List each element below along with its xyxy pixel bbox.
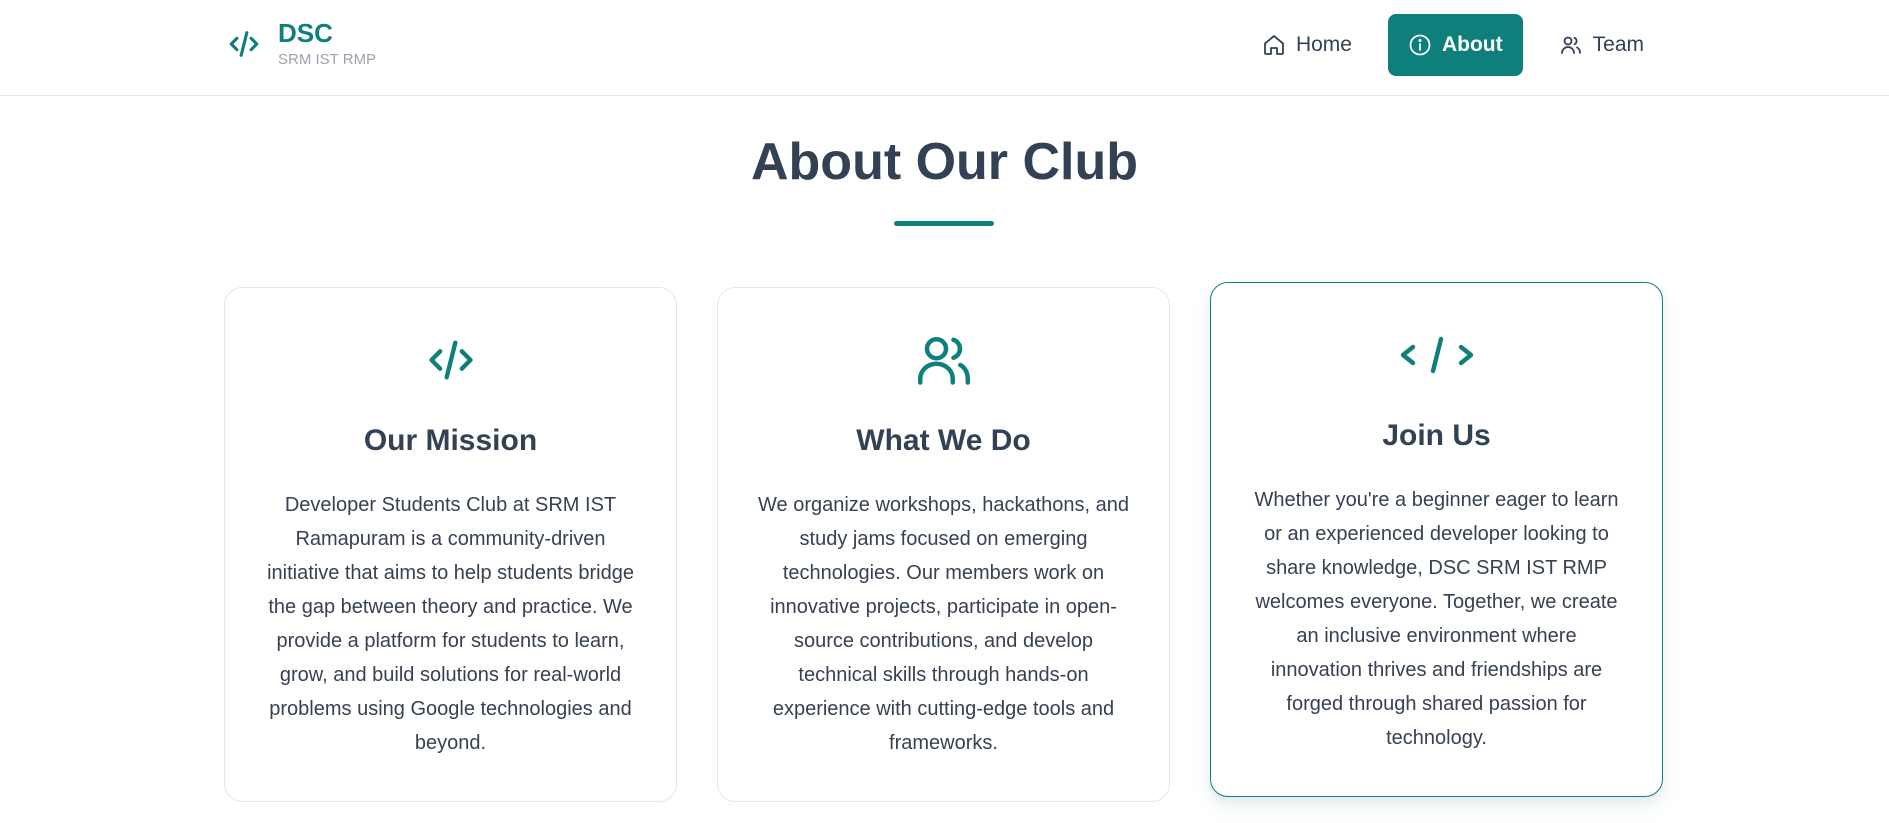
main-nav: Home About Team bbox=[1242, 14, 1664, 76]
nav-about-label: About bbox=[1441, 33, 1503, 56]
brand-title: DSC bbox=[278, 18, 333, 48]
nav-team[interactable]: Team bbox=[1539, 14, 1664, 76]
users-icon bbox=[1559, 33, 1583, 57]
nav-about[interactable]: About bbox=[1387, 14, 1523, 76]
card-text: We organize workshops, hackathons, and s… bbox=[758, 494, 1129, 754]
card-text: Developer Students Club at SRM IST Ramap… bbox=[267, 494, 634, 754]
users-icon bbox=[718, 332, 1169, 388]
card-what-we-do: What We Do We organize workshops, hackat… bbox=[717, 287, 1170, 802]
card-our-mission: Our Mission Developer Students Club at S… bbox=[224, 287, 677, 802]
code-icon bbox=[225, 332, 676, 388]
nav-home-label: Home bbox=[1295, 33, 1352, 56]
card-join-us: Join Us Whether you're a beginner eager … bbox=[1210, 282, 1663, 797]
page-title: About Our Club bbox=[750, 133, 1139, 191]
card-title: What We Do bbox=[856, 424, 1031, 457]
brand-logo[interactable]: DSC SRM IST RMP bbox=[224, 18, 376, 70]
nav-home[interactable]: Home bbox=[1242, 14, 1372, 76]
card-text: Whether you're a beginner eager to learn… bbox=[1254, 489, 1619, 749]
title-underline bbox=[894, 221, 994, 226]
info-icon bbox=[1408, 33, 1432, 57]
card-title: Join Us bbox=[1382, 419, 1491, 452]
brand-subtitle: SRM IST RMP bbox=[278, 51, 377, 68]
home-icon bbox=[1262, 33, 1286, 57]
nav-team-label: Team bbox=[1592, 33, 1644, 56]
code-icon bbox=[224, 24, 264, 64]
code-brackets-icon bbox=[1211, 327, 1662, 383]
card-title: Our Mission bbox=[363, 424, 538, 457]
navbar: DSC SRM IST RMP Home About Team bbox=[0, 0, 1889, 96]
